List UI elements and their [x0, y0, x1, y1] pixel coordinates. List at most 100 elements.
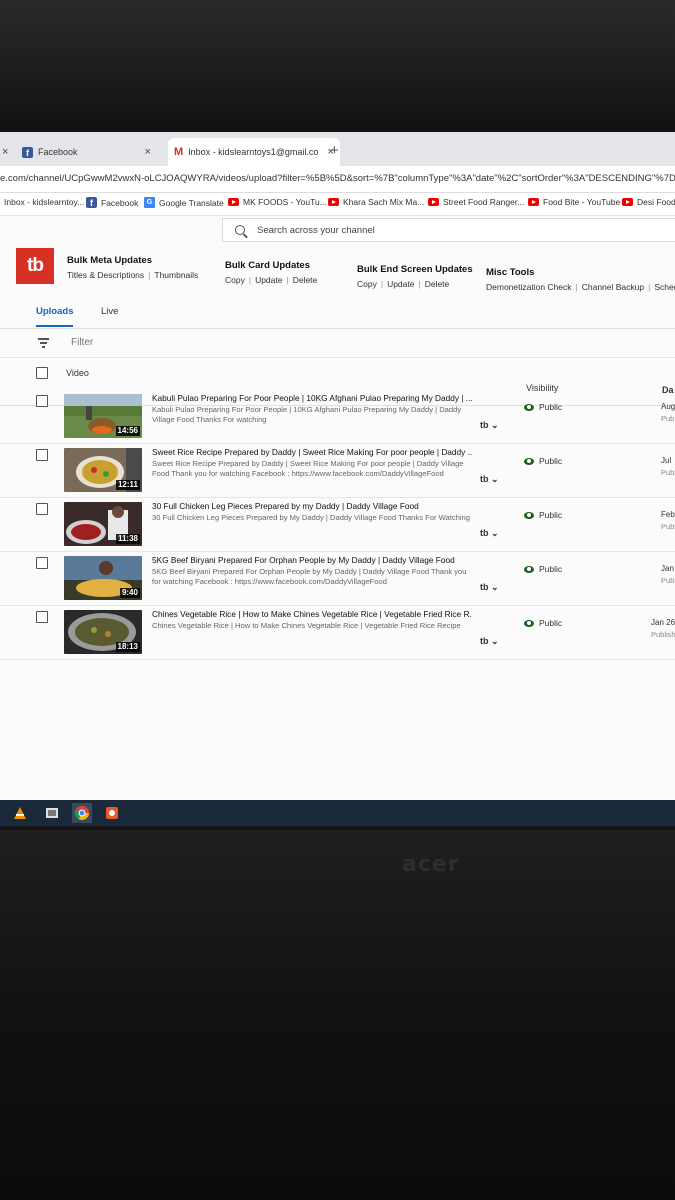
tubebuddy-row-menu[interactable]: tb ⌄ [480, 474, 499, 485]
table-row[interactable]: 12:11 Sweet Rice Recipe Prepared by Dadd… [0, 444, 675, 498]
video-title[interactable]: Chines Vegetable Rice | How to Make Chin… [152, 609, 472, 619]
search-placeholder: Search across your channel [257, 224, 375, 236]
chevron-down-icon: ⌄ [488, 420, 499, 430]
chevron-down-icon: ⌄ [488, 582, 499, 592]
facebook-icon: f [22, 146, 33, 158]
eye-icon [524, 565, 534, 573]
gmail-icon: M [174, 146, 184, 158]
visibility-status[interactable]: Public [524, 456, 562, 466]
tab-label: Facebook [38, 147, 78, 157]
bookmarks-bar: Inbox - kidslearntoy... f Facebook G Goo… [0, 193, 675, 216]
video-title[interactable]: Kabuli Pulao Preparing For Poor People |… [152, 393, 472, 403]
tb-badge: tb [480, 474, 489, 484]
video-title[interactable]: 5KG Beef Biryani Prepared For Orphan Peo… [152, 555, 472, 565]
link-copy[interactable]: Copy [357, 279, 377, 289]
table-row[interactable]: 18:13 Chines Vegetable Rice | How to Mak… [0, 606, 675, 660]
tab-live[interactable]: Live [101, 306, 118, 317]
bookmark-street-food-ranger[interactable]: Street Food Ranger... [428, 197, 524, 207]
address-bar[interactable]: e.com/channel/UCpGwwM2vwxN-oLCJOAQWYRA/v… [0, 166, 675, 193]
tab-uploads[interactable]: Uploads [36, 306, 74, 327]
chrome-icon[interactable] [72, 803, 92, 823]
bookmark-desi-food[interactable]: Desi Food [622, 197, 675, 207]
facebook-icon: f [86, 197, 97, 208]
video-status: Pub [661, 414, 675, 423]
monitor-brand-logo: acer [402, 852, 460, 877]
filter-bar[interactable]: Filter [0, 329, 675, 358]
tubebuddy-row-menu[interactable]: tb ⌄ [480, 528, 499, 539]
bookmark-label: Facebook [101, 197, 139, 208]
bookmark-inbox[interactable]: Inbox - kidslearntoy... [4, 197, 84, 207]
tb-badge: tb [480, 582, 489, 592]
paint-app-icon[interactable] [102, 803, 122, 823]
close-icon[interactable]: × [145, 146, 151, 158]
visibility-status[interactable]: Public [524, 510, 562, 520]
tubebuddy-row-menu[interactable]: tb ⌄ [480, 420, 499, 431]
column-video: Video [66, 368, 89, 378]
bookmark-khara-sach[interactable]: Khara Sach Mix Ma... [328, 197, 424, 207]
tool-title: Bulk Meta Updates [67, 255, 152, 266]
link-copy[interactable]: Copy [225, 275, 245, 285]
eye-icon [524, 403, 534, 411]
video-title[interactable]: Sweet Rice Recipe Prepared by Daddy | Sw… [152, 447, 472, 457]
video-thumbnail[interactable]: 14:56 [64, 394, 142, 438]
video-description: Kabuli Pulao Preparing For Poor People |… [152, 405, 462, 424]
tab-prev-close[interactable]: × [2, 138, 8, 166]
media-player-icon[interactable] [42, 803, 62, 823]
video-date: Aug [661, 402, 675, 411]
bookmark-label: Desi Food [637, 197, 675, 207]
video-title[interactable]: 30 Full Chicken Leg Pieces Prepared by m… [152, 501, 472, 511]
link-update[interactable]: Update [255, 275, 282, 285]
link-delete[interactable]: Delete [293, 275, 318, 285]
link-schedule[interactable]: Sched [654, 282, 675, 292]
video-duration: 18:13 [115, 642, 140, 652]
visibility-status[interactable]: Public [524, 564, 562, 574]
video-thumbnail[interactable]: 9:40 [64, 556, 142, 600]
bookmark-mk-foods[interactable]: MK FOODS - YouTu... [228, 197, 327, 207]
chevron-down-icon: ⌄ [488, 528, 499, 538]
link-update[interactable]: Update [387, 279, 414, 289]
close-icon[interactable]: × [2, 146, 8, 158]
bookmark-facebook[interactable]: f Facebook [86, 197, 138, 208]
vlc-icon[interactable] [10, 803, 30, 823]
video-thumbnail[interactable]: 12:11 [64, 448, 142, 492]
link-channel-backup[interactable]: Channel Backup [582, 282, 644, 292]
video-status: Publi [661, 522, 675, 531]
table-row[interactable]: 14:56 Kabuli Pulao Preparing For Poor Pe… [0, 390, 675, 444]
link-thumbnails[interactable]: Thumbnails [154, 270, 198, 280]
tubebuddy-row-menu[interactable]: tb ⌄ [480, 636, 499, 647]
table-row[interactable]: 9:40 5KG Beef Biryani Prepared For Orpha… [0, 552, 675, 606]
video-duration: 12:11 [115, 480, 140, 490]
link-titles-descriptions[interactable]: Titles & Descriptions [67, 270, 144, 280]
video-description: 30 Full Chicken Leg Pieces Prepared by M… [152, 513, 470, 522]
channel-search-input[interactable]: Search across your channel [222, 218, 675, 242]
video-duration: 14:56 [115, 426, 140, 436]
tab-facebook[interactable]: f Facebook × [16, 138, 157, 166]
video-thumbnail[interactable]: 18:13 [64, 610, 142, 654]
new-tab-button[interactable]: + [330, 142, 339, 159]
tubebuddy-logo[interactable]: tb [16, 248, 54, 284]
browser-tab-strip: × f Facebook × M Inbox - kidslearntoys1@… [0, 132, 675, 166]
tubebuddy-row-menu[interactable]: tb ⌄ [480, 582, 499, 593]
visibility-status[interactable]: Public [524, 618, 562, 628]
row-checkbox[interactable] [36, 449, 48, 461]
row-checkbox[interactable] [36, 611, 48, 623]
link-delete[interactable]: Delete [425, 279, 450, 289]
youtube-icon [622, 198, 633, 206]
select-all-checkbox[interactable] [36, 367, 48, 379]
link-demonetization-check[interactable]: Demonetization Check [486, 282, 572, 292]
tab-gmail[interactable]: M Inbox - kidslearntoys1@gmail.co × [168, 138, 340, 166]
row-checkbox[interactable] [36, 395, 48, 407]
visibility-label: Public [539, 564, 563, 574]
visibility-status[interactable]: Public [524, 402, 562, 412]
row-checkbox[interactable] [36, 557, 48, 569]
table-row[interactable]: 11:38 30 Full Chicken Leg Pieces Prepare… [0, 498, 675, 552]
bookmark-google-translate[interactable]: G Google Translate [144, 197, 224, 208]
bookmark-food-bite[interactable]: Food Bite - YouTube [528, 197, 620, 207]
tool-bulk-meta-updates: Bulk Meta Updates Titles & Descriptions |… [67, 255, 199, 280]
tool-bulk-card-updates: Bulk Card Updates Copy | Update | Delete [225, 260, 318, 285]
filter-label: Filter [71, 337, 94, 348]
row-checkbox[interactable] [36, 503, 48, 515]
video-date: Jan 2 [661, 564, 675, 573]
video-thumbnail[interactable]: 11:38 [64, 502, 142, 546]
google-translate-icon: G [144, 197, 155, 208]
